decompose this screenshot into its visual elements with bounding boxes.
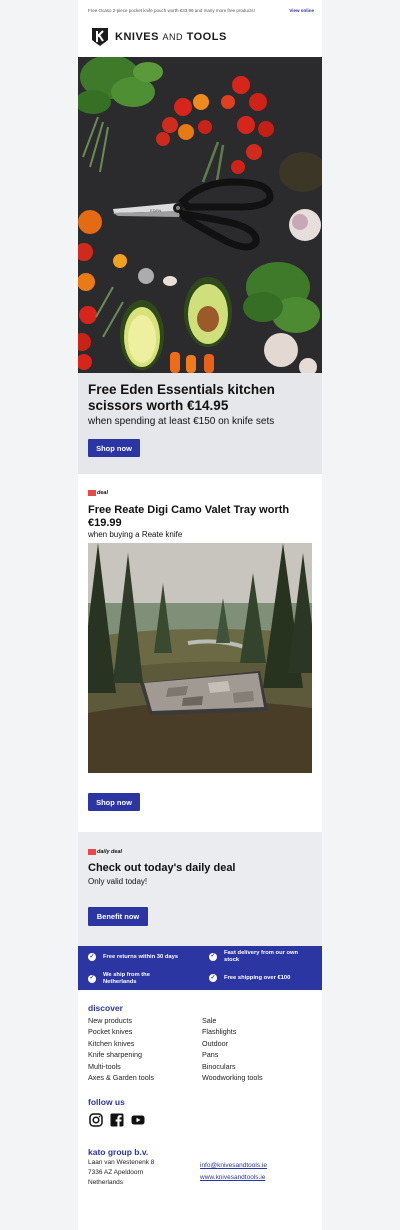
deal-product-image[interactable]: [88, 543, 312, 773]
footer-link-flashlights[interactable]: Flashlights: [202, 1027, 236, 1036]
check-icon: ✓: [88, 953, 96, 961]
footer-link-pans[interactable]: Pans: [202, 1050, 218, 1059]
usp-fast-delivery: ✓ Fast delivery from our own stock: [209, 950, 314, 963]
brand-logo[interactable]: KNIVES AND TOOLS: [90, 27, 227, 47]
hero-image[interactable]: EDEN: [78, 57, 322, 373]
hero-title: Free Eden Essentials kitchen scissors wo…: [88, 382, 275, 413]
preheader: Free Ocaso 2-piece pocket knife pouch wo…: [88, 5, 314, 15]
company-city: 7336 AZ Apeldoorn: [88, 1169, 144, 1176]
company-website-link[interactable]: www.knivesandtools.ie: [200, 1174, 265, 1181]
instagram-icon[interactable]: [89, 1113, 103, 1127]
usp-label: Free returns within 30 days: [103, 953, 179, 960]
preheader-text: Free Ocaso 2-piece pocket knife pouch wo…: [88, 7, 255, 13]
hero-subtitle: when spending at least €150 on knife set…: [88, 416, 275, 427]
daily-deal-subtitle: Only valid today!: [88, 877, 148, 886]
kitchen-scissors-vegetables-image: EDEN: [78, 57, 322, 373]
deal-subtitle: when buying a Reate knife: [88, 530, 183, 539]
facebook-icon[interactable]: [110, 1113, 124, 1127]
company-country: Netherlands: [88, 1179, 124, 1186]
deal-tag: deal: [88, 489, 108, 497]
view-online-link[interactable]: View online: [289, 8, 314, 13]
company-title: kato group b.v.: [88, 1147, 149, 1157]
footer-link-new-products[interactable]: New products: [88, 1016, 132, 1025]
brand-shield-icon: [92, 28, 108, 46]
brand-name: KNIVES AND TOOLS: [115, 31, 227, 43]
footer-link-axes-garden-tools[interactable]: Axes & Garden tools: [88, 1073, 154, 1082]
daily-deal-flag-icon: [88, 849, 96, 855]
footer-link-woodworking-tools[interactable]: Woodworking tools: [202, 1073, 263, 1082]
hero-shop-now-button[interactable]: Shop now: [88, 439, 140, 457]
footer-link-outdoor[interactable]: Outdoor: [202, 1039, 228, 1048]
usp-ship-from-netherlands: ✓ We ship from the Netherlands: [88, 972, 198, 985]
company-email-link[interactable]: info@knivesandtools.ie: [200, 1162, 267, 1169]
footer-link-multi-tools[interactable]: Multi-tools: [88, 1062, 121, 1071]
usp-free-returns: ✓ Free returns within 30 days: [88, 953, 198, 961]
company-street: Laan van Westenenk 8: [88, 1159, 155, 1166]
footer-link-sale[interactable]: Sale: [202, 1016, 216, 1025]
forest-valet-tray-image: [88, 543, 312, 773]
check-icon: ✓: [209, 974, 217, 982]
usp-free-shipping: ✓ Free shipping over €100: [209, 974, 314, 982]
footer-link-kitchen-knives[interactable]: Kitchen knives: [88, 1039, 134, 1048]
footer-link-knife-sharpening[interactable]: Knife sharpening: [88, 1050, 142, 1059]
deal-shop-now-button[interactable]: Shop now: [88, 793, 140, 811]
usp-label: We ship from the Netherlands: [103, 972, 150, 985]
daily-deal-title: Check out today's daily deal: [88, 862, 236, 874]
deal-title: Free Reate Digi Camo Valet Tray worth €1…: [88, 504, 290, 529]
deal-tag-label: deal: [97, 490, 109, 496]
footer-link-pocket-knives[interactable]: Pocket knives: [88, 1027, 132, 1036]
daily-deal-tag-label: daily deal: [97, 849, 123, 855]
deal-flag-icon: [88, 490, 96, 496]
daily-deal-tag: daily deal: [88, 848, 122, 856]
scissors-brand-mark: EDEN: [150, 208, 161, 213]
discover-title: discover: [88, 1003, 123, 1013]
benefit-now-button[interactable]: Benefit now: [88, 907, 148, 926]
check-icon: ✓: [209, 952, 217, 961]
usp-label: Fast delivery from our own stock: [224, 950, 299, 963]
follow-us-title: follow us: [88, 1097, 125, 1107]
usp-label: Free shipping over €100: [224, 974, 291, 981]
footer-link-binoculars[interactable]: Binoculars: [202, 1062, 236, 1071]
youtube-icon[interactable]: [131, 1113, 145, 1127]
check-icon: ✓: [88, 974, 96, 983]
